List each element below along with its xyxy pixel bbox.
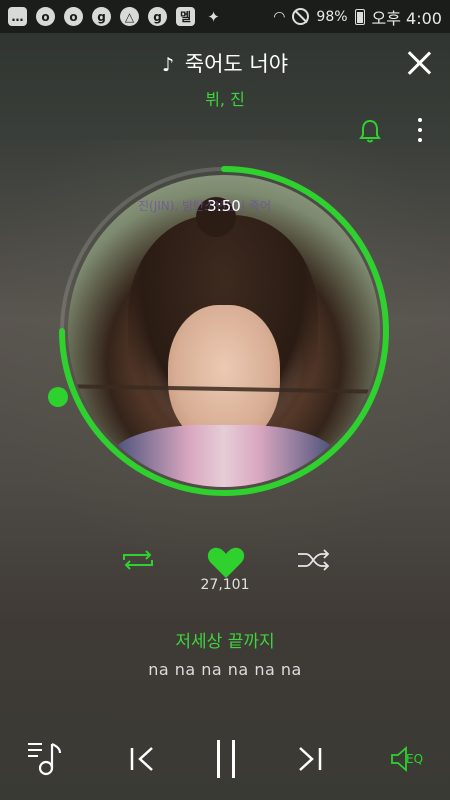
like-count: 27,101 (200, 577, 250, 593)
pause-button[interactable] (214, 740, 238, 778)
wifi-icon: ◠ (273, 8, 286, 25)
artist-name[interactable]: 뷔, 진 (0, 86, 450, 110)
app-icon-g: g (92, 7, 111, 26)
album-artwork-dial: 진(JIN), 방탄소년단 | 죽어 3:50 (56, 163, 392, 499)
clock: 오후 4:00 (371, 8, 442, 28)
shuffle-icon[interactable] (296, 548, 332, 572)
eq-label: EQ (406, 752, 424, 766)
progress-knob[interactable] (48, 387, 68, 407)
app-icon-melon: 멜 (176, 7, 195, 26)
more-options-button[interactable] (414, 118, 426, 146)
bell-icon[interactable] (358, 118, 382, 144)
message-icon: … (8, 7, 27, 26)
music-note-icon: ♪ (161, 54, 175, 76)
status-bar: … o o g △ g 멜 ✦ ◠ 98% 오후 4:00 (0, 0, 450, 33)
equalizer-button[interactable]: EQ (390, 744, 430, 774)
song-title-row: ♪ 죽어도 너야 (0, 48, 450, 78)
notification-icons: … o o g △ g 멜 ✦ (8, 7, 223, 26)
lyric-current-line: 저세상 끝까지 (175, 632, 275, 652)
do-not-disturb-icon (292, 8, 310, 25)
playlist-icon[interactable] (26, 740, 66, 776)
previous-track-icon[interactable] (128, 745, 158, 773)
twitter-icon: ✦ (207, 7, 220, 26)
heart-icon[interactable] (206, 544, 246, 580)
elapsed-time: 3:50 (207, 197, 241, 215)
repeat-icon[interactable] (120, 548, 156, 572)
album-art: 진(JIN), 방탄소년단 | 죽어 (68, 175, 380, 487)
app-icon-hanger: △ (120, 7, 139, 26)
next-track-icon[interactable] (294, 745, 324, 773)
battery-percent: 98% (316, 8, 348, 25)
battery-icon (354, 8, 365, 25)
app-icon-o: o (64, 7, 83, 26)
app-icon-o: o (36, 7, 55, 26)
app-icon-g: g (148, 7, 167, 26)
lyric-next-line: na na na na na na (148, 660, 302, 679)
close-button[interactable] (406, 50, 432, 76)
song-title: 죽어도 너야 (184, 52, 289, 76)
system-indicators: ◠ 98% 오후 4:00 (273, 5, 442, 29)
